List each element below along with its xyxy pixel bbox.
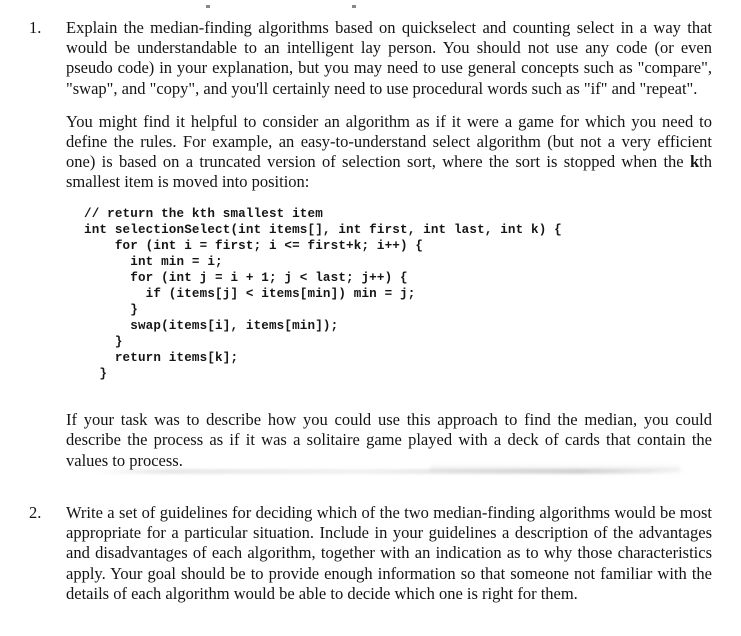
paragraph-q2-guidelines: Write a set of guidelines for deciding w… (66, 503, 712, 603)
code-block-selection-select: // return the kth smallest item int sele… (84, 206, 562, 382)
code-block-container: // return the kth smallest item int sele… (66, 206, 712, 383)
scan-speckle-icon (352, 5, 356, 8)
paragraph-text-part-a: You might find it helpful to consider an… (66, 111, 712, 172)
paragraph-q1-game-analogy: You might find it helpful to consider an… (66, 112, 712, 193)
list-item-number: 2. (29, 503, 42, 522)
list-item-1: 1. Explain the median-finding algorithms… (0, 18, 741, 471)
list-item-body: Explain the median-finding algorithms ba… (66, 18, 712, 471)
list-item-body: Write a set of guidelines for deciding w… (66, 503, 712, 604)
scan-speckle-icon (206, 5, 210, 8)
paragraph-q1-intro: Explain the median-finding algorithms ba… (66, 18, 712, 98)
emphasis-k: k (689, 152, 700, 172)
document-page: 1. Explain the median-finding algorithms… (0, 0, 741, 636)
list-item-2: 2. Write a set of guidelines for decidin… (0, 503, 741, 604)
paragraph-q1-solitaire: If your task was to describe how you cou… (66, 410, 712, 470)
list-item-number: 1. (29, 18, 42, 37)
